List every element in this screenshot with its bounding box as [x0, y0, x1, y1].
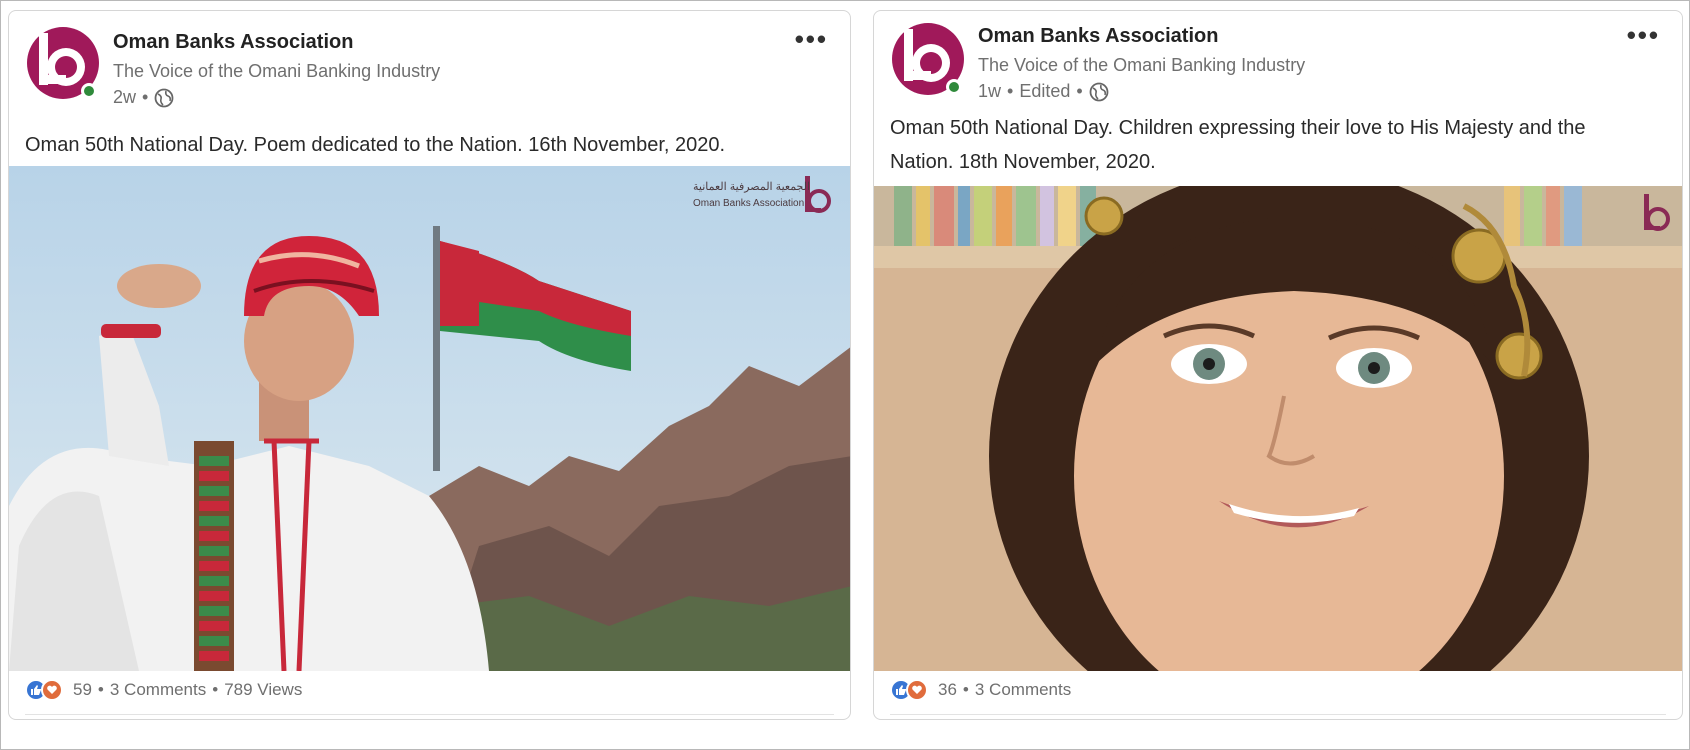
online-status-dot [946, 79, 962, 95]
post-video[interactable]: الجمعية المصرفية العمانية Oman Banks Ass… [9, 166, 850, 671]
watermark-english: Oman Banks Association [693, 198, 805, 209]
video-thumbnail [9, 166, 850, 671]
feed-post: Oman Banks Association The Voice of the … [8, 10, 851, 720]
comments-count[interactable]: 3 Comments [975, 680, 1071, 700]
love-reaction-icon [906, 679, 928, 701]
footer-divider [25, 714, 834, 715]
meta-separator: • [142, 87, 149, 107]
meta-separator: • [212, 680, 219, 699]
online-status-dot [81, 83, 97, 99]
globe-icon [154, 88, 174, 107]
author-tagline: The Voice of the Omani Banking Industry [978, 55, 1306, 75]
post-header: Oman Banks Association The Voice of the … [874, 11, 1682, 111]
social-counts: 36 • 3 Comments [890, 679, 1071, 701]
footer-divider [890, 714, 1666, 715]
more-options-icon[interactable]: ••• [795, 26, 828, 52]
post-header: Oman Banks Association The Voice of the … [9, 11, 850, 111]
post-meta: 1w • Edited • [978, 81, 1109, 102]
author-name[interactable]: Oman Banks Association [113, 31, 353, 54]
post-caption: Oman 50th National Day. Children express… [890, 117, 1586, 173]
author-name[interactable]: Oman Banks Association [978, 25, 1218, 48]
more-options-icon[interactable]: ••• [1627, 22, 1660, 48]
post-meta: 2w • [113, 87, 174, 108]
reactions[interactable] [25, 679, 63, 701]
love-reaction-icon [41, 679, 63, 701]
author-tagline: The Voice of the Omani Banking Industry [113, 61, 441, 81]
video-thumbnail [874, 186, 1682, 671]
post-age: 1w [978, 81, 1002, 101]
post-video[interactable] [874, 186, 1682, 671]
reactions-count[interactable]: 36 [938, 680, 957, 700]
post-age: 2w [113, 87, 137, 107]
meta-separator: • [97, 680, 104, 699]
feed-post: Oman Banks Association The Voice of the … [873, 10, 1683, 720]
reactions-count[interactable]: 59 [73, 680, 92, 700]
meta-separator: • [962, 680, 969, 699]
edited-label: Edited [1019, 81, 1071, 101]
post-caption: Oman 50th National Day. Poem dedicated t… [25, 134, 726, 156]
reactions[interactable] [890, 679, 928, 701]
watermark-arabic: الجمعية المصرفية العمانية [693, 181, 811, 193]
meta-separator: • [1007, 81, 1014, 101]
views-count: 789 Views [224, 680, 303, 699]
meta-separator: • [1076, 81, 1083, 101]
globe-icon [1089, 82, 1109, 101]
social-counts: 59 • 3 Comments • 789 Views [25, 679, 302, 701]
comments-count[interactable]: 3 Comments [110, 680, 206, 700]
